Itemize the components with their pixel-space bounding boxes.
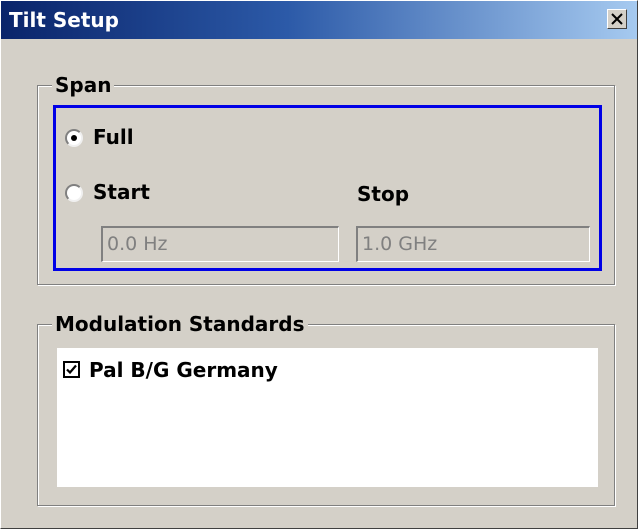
modulation-standards-list[interactable]: Pal B/G Germany: [57, 348, 598, 487]
stop-label: Stop: [357, 182, 410, 206]
start-radio[interactable]: [65, 184, 83, 202]
span-legend: Span: [52, 71, 115, 99]
close-icon: [611, 13, 623, 25]
tilt-setup-dialog: Tilt Setup Span Full Start Stop 0.0 Hz 1…: [0, 0, 638, 529]
full-label[interactable]: Full: [93, 125, 134, 149]
full-radio[interactable]: [65, 129, 83, 147]
pal-bg-germany-label: Pal B/G Germany: [89, 358, 278, 382]
window-title: Tilt Setup: [9, 8, 119, 32]
close-button[interactable]: [607, 9, 627, 29]
start-label[interactable]: Start: [93, 180, 150, 204]
stop-frequency-field[interactable]: 1.0 GHz: [356, 226, 590, 262]
check-icon: [66, 364, 77, 375]
radio-selected-dot: [71, 135, 77, 141]
start-frequency-field[interactable]: 0.0 Hz: [101, 226, 339, 262]
modulation-standards-legend: Modulation Standards: [52, 310, 308, 338]
pal-bg-germany-checkbox[interactable]: [63, 361, 80, 378]
title-bar[interactable]: Tilt Setup: [1, 1, 637, 39]
